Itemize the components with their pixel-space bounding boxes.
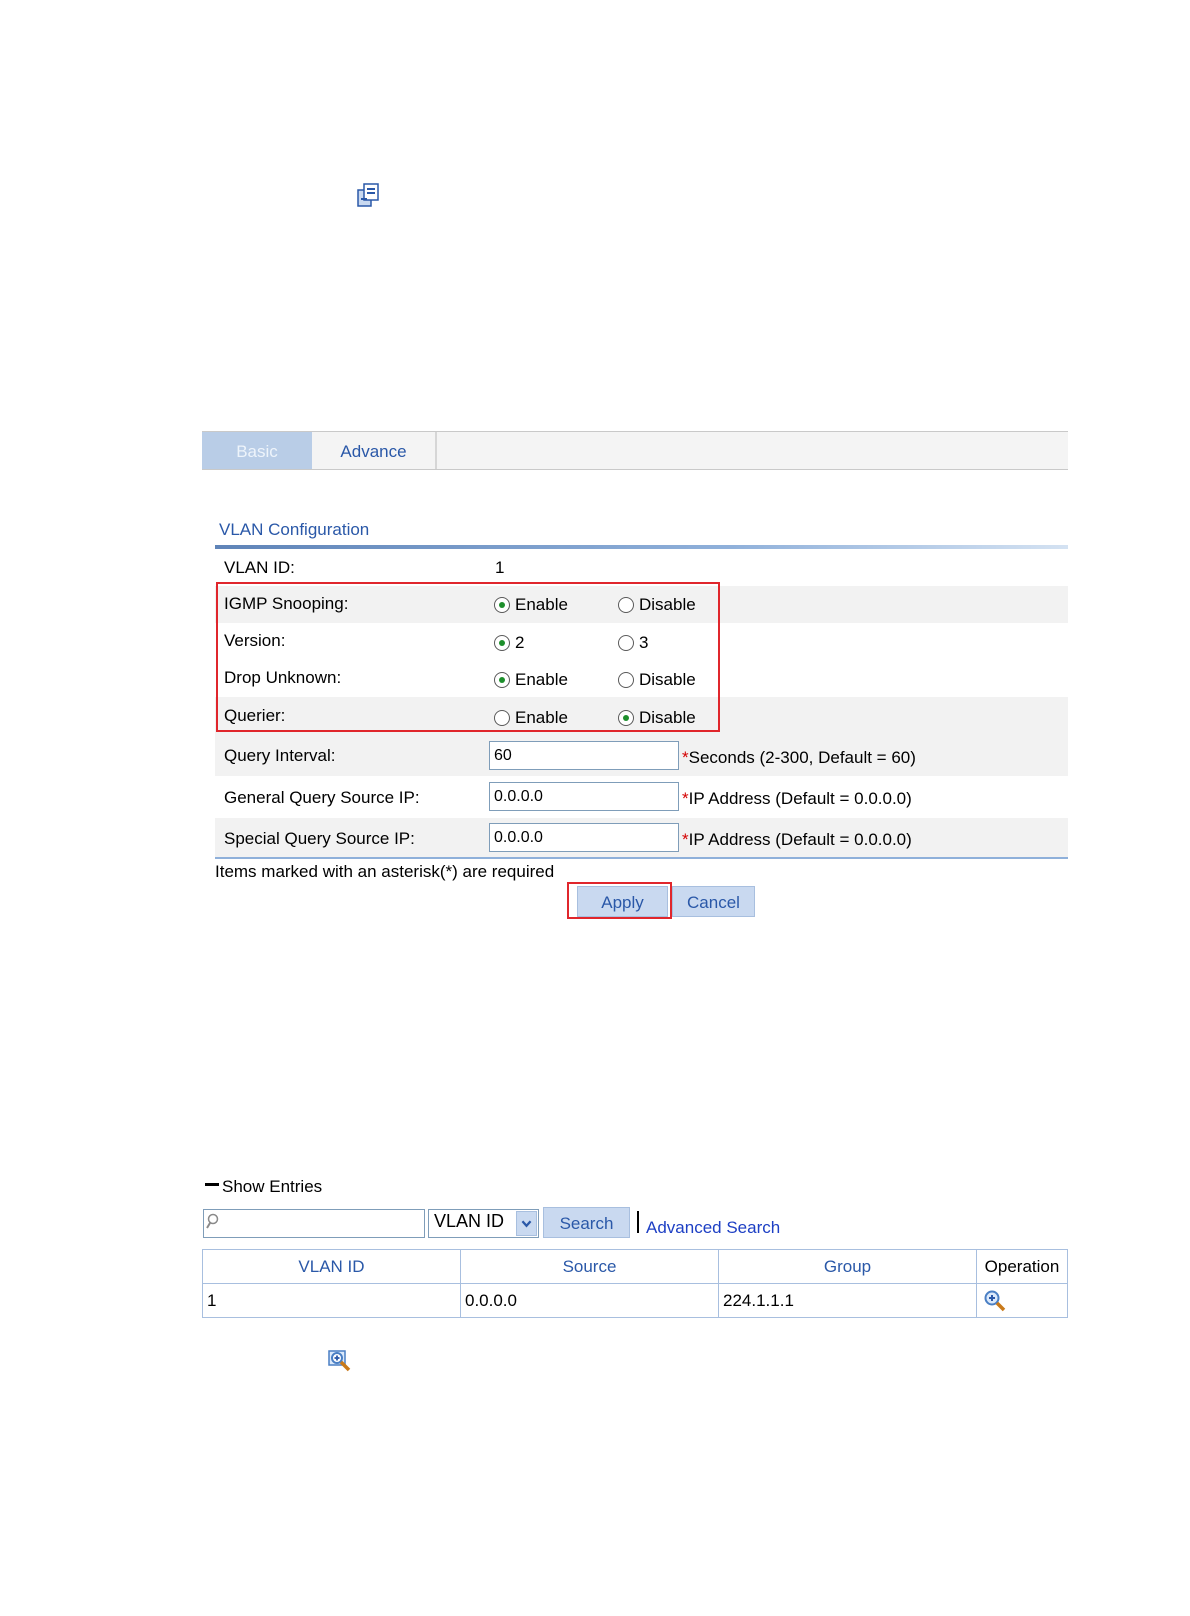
zoom-icon[interactable]: [983, 1289, 1007, 1313]
special-query-source-ip-input[interactable]: [489, 823, 679, 852]
column-header-group[interactable]: Group: [718, 1249, 977, 1284]
column-header-operation: Operation: [976, 1249, 1068, 1284]
radio-selected-icon: [494, 597, 510, 613]
advanced-search-link[interactable]: Advanced Search: [646, 1218, 780, 1238]
general-query-source-ip-label: General Query Source IP:: [224, 788, 420, 807]
radio-selected-icon: [494, 672, 510, 688]
required-note: Items marked with an asterisk(*) are req…: [215, 862, 555, 881]
version-row: Version: 2 3: [215, 623, 1068, 660]
special-query-source-ip-label: Special Query Source IP:: [224, 829, 415, 848]
tab-bar: Basic Advance: [202, 431, 1068, 470]
filter-select-value: VLAN ID: [434, 1211, 505, 1231]
drop-unknown-row: Drop Unknown: Enable Disable: [215, 660, 1068, 697]
cell-operation: [976, 1283, 1068, 1318]
zoom-icon: [328, 1350, 351, 1372]
querier-enable-radio[interactable]: Enable: [494, 708, 568, 728]
version-2-radio[interactable]: 2: [494, 633, 524, 653]
form-bottom-divider: [215, 857, 1068, 859]
igmp-snooping-row: IGMP Snooping: Enable Disable: [215, 586, 1068, 623]
search-icon: [206, 1213, 219, 1229]
cell-group: 224.1.1.1: [718, 1283, 977, 1318]
chevron-down-icon[interactable]: [516, 1211, 537, 1236]
tab-advance[interactable]: Advance: [312, 432, 437, 469]
radio-unselected-icon: [494, 710, 510, 726]
drop-unknown-disable-radio[interactable]: Disable: [618, 670, 696, 690]
igmp-snooping-enable-radio[interactable]: Enable: [494, 595, 568, 615]
cancel-button[interactable]: Cancel: [672, 886, 755, 917]
apply-button[interactable]: Apply: [577, 886, 668, 917]
radio-unselected-icon: [618, 635, 634, 651]
query-interval-row: Query Interval: *Seconds (2-300, Default…: [215, 735, 1068, 776]
general-query-source-ip-hint: *IP Address (Default = 0.0.0.0): [682, 789, 912, 808]
querier-row: Querier: Enable Disable: [215, 697, 1068, 735]
search-button[interactable]: Search: [543, 1207, 630, 1238]
required-asterisk: *: [682, 830, 689, 849]
collapse-icon[interactable]: [205, 1183, 219, 1186]
column-header-source[interactable]: Source: [460, 1249, 719, 1284]
query-interval-input[interactable]: [489, 741, 679, 770]
section-title: VLAN Configuration: [219, 520, 370, 539]
general-query-source-ip-input[interactable]: [489, 782, 679, 811]
querier-label: Querier:: [224, 706, 286, 725]
cell-vlan-id: 1: [202, 1283, 461, 1318]
required-asterisk: *: [682, 789, 689, 808]
drop-unknown-enable-radio[interactable]: Enable: [494, 670, 568, 690]
general-query-source-ip-row: General Query Source IP: *IP Address (De…: [215, 776, 1068, 818]
required-asterisk: *: [682, 748, 689, 767]
radio-unselected-icon: [618, 672, 634, 688]
query-interval-hint: *Seconds (2-300, Default = 60): [682, 748, 916, 767]
igmp-snooping-label: IGMP Snooping:: [224, 594, 349, 613]
column-header-vlan-id[interactable]: VLAN ID: [202, 1249, 461, 1284]
cell-source: 0.0.0.0: [460, 1283, 719, 1318]
special-query-source-ip-hint: *IP Address (Default = 0.0.0.0): [682, 830, 912, 849]
radio-selected-icon: [618, 710, 634, 726]
special-query-source-ip-row: Special Query Source IP: *IP Address (De…: [215, 818, 1068, 857]
querier-disable-radio[interactable]: Disable: [618, 708, 696, 728]
radio-selected-icon: [494, 635, 510, 651]
table-header-row: VLAN ID Source Group Operation: [202, 1249, 1068, 1284]
section-divider: [215, 545, 1068, 549]
entries-table: VLAN ID Source Group Operation 1 0.0.0.0…: [202, 1249, 1068, 1318]
igmp-snooping-disable-radio[interactable]: Disable: [618, 595, 696, 615]
show-entries-title: Show Entries: [222, 1177, 323, 1196]
radio-unselected-icon: [618, 597, 634, 613]
search-input[interactable]: [203, 1209, 425, 1238]
drop-unknown-label: Drop Unknown:: [224, 668, 342, 687]
table-row: 1 0.0.0.0 224.1.1.1: [202, 1283, 1068, 1318]
version-label: Version:: [224, 631, 286, 650]
query-interval-label: Query Interval:: [224, 746, 336, 765]
separator: [637, 1211, 639, 1233]
vlan-id-row: VLAN ID: 1: [215, 553, 1068, 583]
version-3-radio[interactable]: 3: [618, 633, 648, 653]
vlan-id-value: 1: [495, 558, 505, 577]
copy-config-icon: [357, 183, 379, 207]
tab-basic[interactable]: Basic: [202, 432, 312, 469]
vlan-id-label: VLAN ID:: [224, 558, 295, 577]
